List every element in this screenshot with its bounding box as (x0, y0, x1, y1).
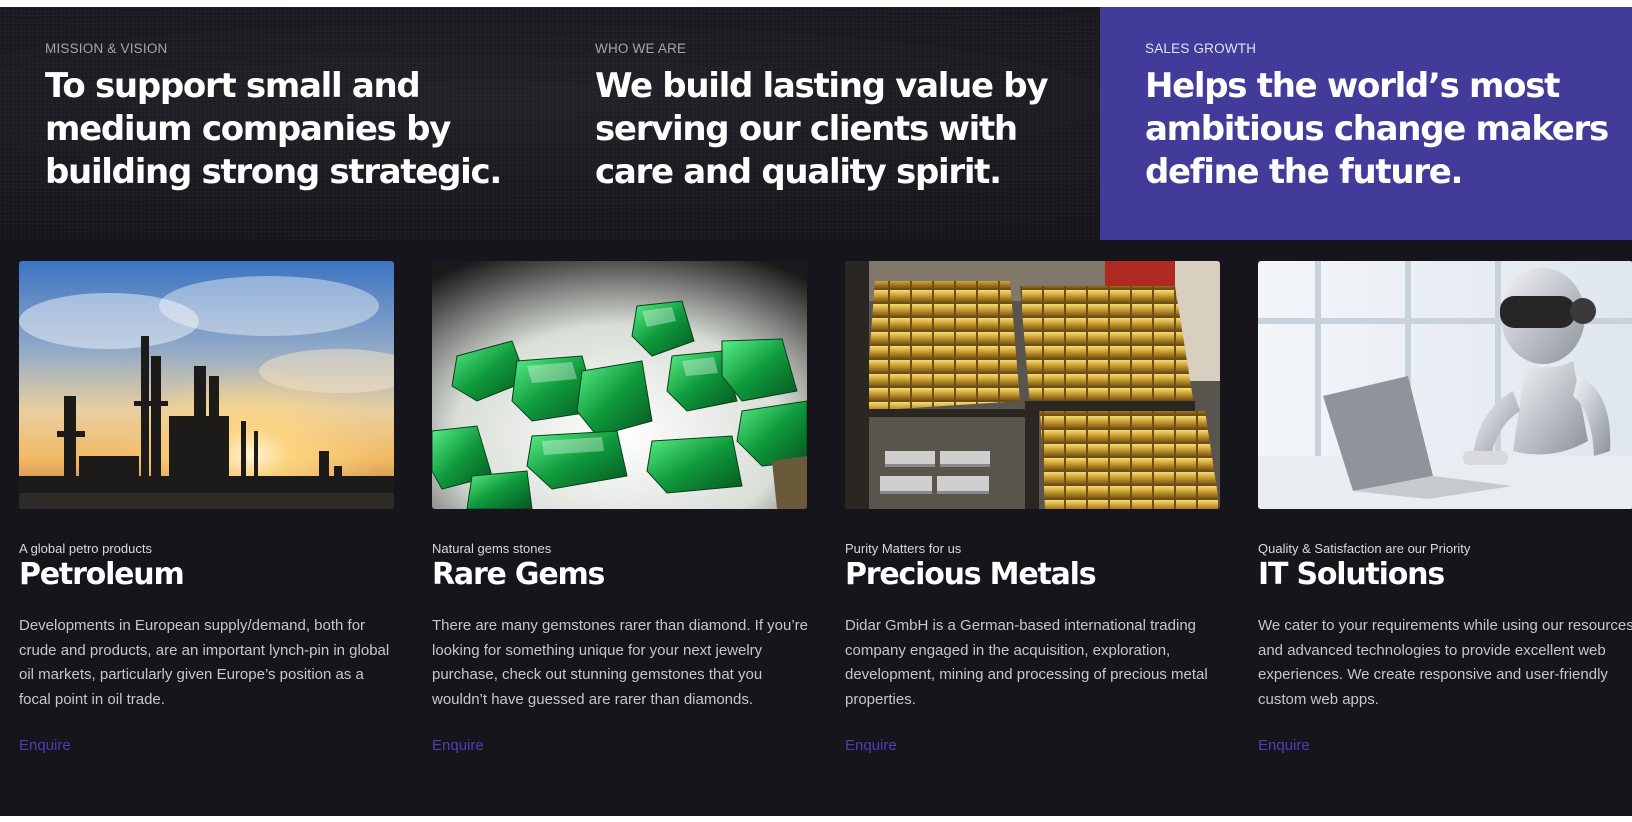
hero-title: To support small and medium companies by… (45, 66, 502, 192)
hero-eyebrow: MISSION & VISION (45, 41, 168, 56)
hero-title: We build lasting value by serving our cl… (595, 66, 1049, 192)
enquire-link[interactable]: Enquire (19, 737, 71, 754)
card-precious-metals: Purity Matters for us Precious Metals Di… (845, 261, 1220, 754)
hero-sales-growth: SALES GROWTH Helps the world’s most ambi… (1100, 7, 1632, 240)
card-tagline: Quality & Satisfaction are our Priority (1258, 541, 1471, 556)
card-tagline: Purity Matters for us (845, 541, 962, 556)
card-description: We cater to your requirements while usin… (1258, 617, 1632, 708)
card-description: Didar GmbH is a German-based internation… (845, 617, 1208, 708)
card-tagline: A global petro products (19, 541, 152, 556)
enquire-link[interactable]: Enquire (432, 737, 484, 754)
hero-eyebrow: WHO WE ARE (595, 41, 687, 56)
card-title: Rare Gems (432, 557, 605, 592)
gold-bullion-bars-vault-photo (845, 261, 1220, 509)
card-title: IT Solutions (1258, 557, 1445, 592)
card-rare-gems: Natural gems stones Rare Gems There are … (432, 261, 808, 754)
hero-who-we-are: WHO WE ARE We build lasting value by ser… (550, 7, 1100, 240)
card-it-solutions: Quality & Satisfaction are our Priority … (1258, 261, 1632, 754)
enquire-link[interactable]: Enquire (845, 737, 897, 754)
green-emerald-crystals-photo (432, 261, 807, 509)
card-title: Precious Metals (845, 557, 1097, 592)
hero-eyebrow: SALES GROWTH (1145, 41, 1257, 56)
hero-band: MISSION & VISION To support small and me… (0, 7, 1632, 240)
hero-title: Helps the world’s most ambitious change … (1145, 66, 1609, 192)
enquire-link[interactable]: Enquire (1258, 737, 1310, 754)
card-petroleum: A global petro products Petroleum Develo… (19, 261, 394, 754)
hero-mission-vision: MISSION & VISION To support small and me… (0, 7, 550, 240)
card-title: Petroleum (19, 557, 185, 592)
oil-refinery-sunset-photo (19, 261, 394, 509)
card-description: Developments in European supply/demand, … (19, 617, 390, 708)
robot-with-laptop-photo (1258, 261, 1632, 509)
card-description: There are many gemstones rarer than diam… (432, 617, 809, 708)
page: MISSION & VISION To support small and me… (0, 7, 1632, 816)
card-tagline: Natural gems stones (432, 541, 552, 556)
